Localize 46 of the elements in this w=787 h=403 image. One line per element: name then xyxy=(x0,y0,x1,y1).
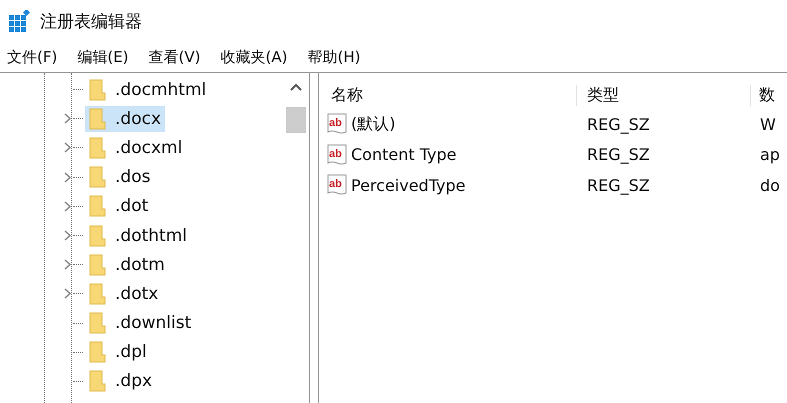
folder-icon xyxy=(89,108,107,130)
folder-icon xyxy=(89,282,107,305)
folder-icon xyxy=(89,312,107,334)
value-type: REG_SZ xyxy=(586,176,651,195)
column-header[interactable]: 名称 xyxy=(319,84,576,106)
registry-icon xyxy=(8,10,30,32)
tree-item[interactable]: .dotx xyxy=(85,280,162,307)
tree-item[interactable]: .downlist xyxy=(85,310,196,336)
folder-icon xyxy=(89,78,107,101)
folder-icon xyxy=(89,166,107,188)
scroll-thumb[interactable] xyxy=(286,107,306,133)
value-name: PerceivedType xyxy=(351,176,466,195)
value-data: W xyxy=(759,114,776,134)
folder-icon xyxy=(89,254,107,276)
window-title: 注册表编辑器 xyxy=(40,10,142,32)
folder-icon xyxy=(89,341,107,364)
menu-item[interactable]: 收藏夹(A) xyxy=(220,48,288,66)
tree-item[interactable]: .dpx xyxy=(85,368,156,394)
menu-item[interactable]: 编辑(E) xyxy=(77,48,129,66)
tree-item[interactable]: .docx xyxy=(85,106,166,132)
string-value-icon: ab xyxy=(327,113,349,136)
tree-item[interactable]: .docmhtml xyxy=(85,76,210,103)
string-value-icon: ab xyxy=(327,174,349,196)
tree-item[interactable]: .dothtml xyxy=(85,222,191,249)
value-type: REG_SZ xyxy=(586,114,651,134)
scroll-up-icon[interactable] xyxy=(290,83,302,91)
tree-item[interactable]: .dotm xyxy=(85,252,169,278)
folder-icon xyxy=(89,224,107,247)
folder-icon xyxy=(89,195,107,218)
menu-item[interactable]: 文件(F) xyxy=(7,48,58,66)
tree-item[interactable]: .dot xyxy=(85,193,152,220)
string-value-icon: ab xyxy=(327,144,349,166)
column-header[interactable]: 数 xyxy=(750,84,775,106)
value-type: REG_SZ xyxy=(586,145,651,164)
menu-item[interactable]: 查看(V) xyxy=(148,48,200,66)
value-name: (默认) xyxy=(351,114,396,135)
tree-item[interactable]: .dpl xyxy=(85,339,151,366)
folder-icon xyxy=(89,370,107,392)
value-data: do xyxy=(759,176,780,195)
column-header[interactable]: 类型 xyxy=(576,84,750,106)
folder-icon xyxy=(89,136,107,159)
value-data: ap xyxy=(759,145,780,164)
value-name: Content Type xyxy=(351,145,456,164)
menu-item[interactable]: 帮助(H) xyxy=(307,48,360,66)
tree-item[interactable]: .docxml xyxy=(85,134,186,161)
tree-item[interactable]: .dos xyxy=(85,164,154,190)
